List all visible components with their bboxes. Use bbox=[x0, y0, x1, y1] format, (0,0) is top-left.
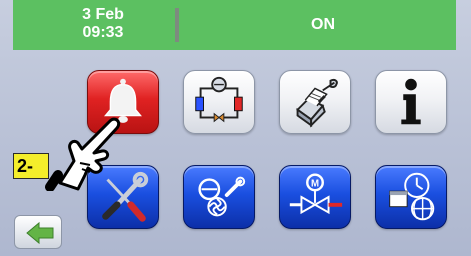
time-text: 09:33 bbox=[82, 24, 124, 41]
status-header: 3 Feb 09:33 ON bbox=[13, 0, 456, 50]
refrigeration-circuit-icon bbox=[195, 76, 243, 123]
clock-calendar-button[interactable] bbox=[375, 165, 447, 229]
service-button[interactable] bbox=[279, 70, 351, 134]
valve-settings-button[interactable]: M bbox=[279, 165, 351, 229]
svg-text:M: M bbox=[311, 178, 319, 189]
compressor-fan-icon bbox=[198, 176, 246, 217]
motor-valve-icon: M bbox=[289, 173, 343, 215]
controller-screen: 3 Feb 09:33 ON M 2- bbox=[0, 0, 471, 256]
info-button[interactable] bbox=[375, 70, 447, 134]
arrow-left-icon bbox=[26, 221, 54, 245]
refrigeration-circuit-button[interactable] bbox=[183, 70, 255, 134]
header-divider bbox=[175, 8, 179, 42]
info-icon bbox=[401, 78, 421, 125]
wrench-manual-icon bbox=[296, 78, 338, 128]
compressor-fan-button[interactable] bbox=[183, 165, 255, 229]
clock-calendar-globe-icon bbox=[389, 172, 435, 221]
unit-status[interactable]: ON bbox=[283, 16, 363, 34]
pointing-hand-icon bbox=[45, 117, 121, 191]
date-time[interactable]: 3 Feb 09:33 bbox=[63, 6, 143, 42]
date-text: 3 Feb bbox=[82, 6, 124, 23]
back-button[interactable] bbox=[14, 215, 62, 249]
